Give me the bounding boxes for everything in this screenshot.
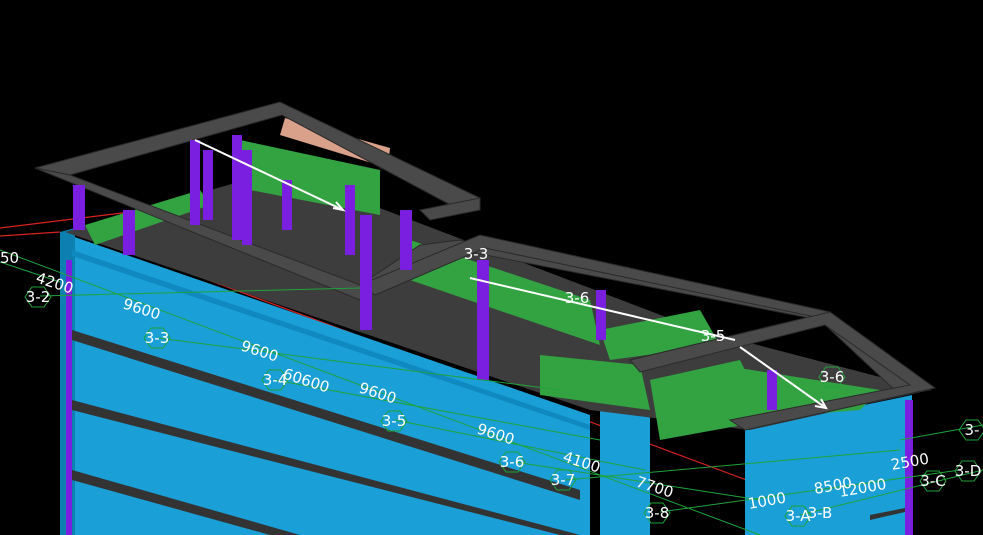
axis-label: 3-3 xyxy=(145,329,170,347)
axis-marker: 3-D xyxy=(954,460,982,482)
axis-label: 3-6 xyxy=(500,453,525,471)
axis-label: 3-8 xyxy=(645,504,670,522)
dimension-text: 50 xyxy=(0,249,19,267)
axis-marker: 3-C xyxy=(919,470,947,492)
axis-label: 3-D xyxy=(955,462,982,480)
axis-label: 3-5 xyxy=(701,327,726,345)
axis-label: 3-7 xyxy=(551,471,576,489)
axis-marker: 3-5 xyxy=(701,327,726,345)
axis-marker: 3-6 xyxy=(498,451,526,473)
axis-marker: 3-5 xyxy=(380,410,408,432)
axis-marker: 3-3 xyxy=(143,327,171,349)
axis-marker: 3-3 xyxy=(464,245,489,263)
axis-marker: 3-B xyxy=(808,504,833,522)
axis-label: 3-3 xyxy=(464,245,489,263)
axis-label: 3-6 xyxy=(820,368,845,386)
axis-label: 3-C xyxy=(920,472,945,490)
axis-label: 3-6 xyxy=(565,289,590,307)
axis-marker: 3-7 xyxy=(549,469,577,491)
axis-marker: 3-6 xyxy=(818,366,846,388)
axis-label: 3-2 xyxy=(26,288,51,306)
axis-marker: 3-6 xyxy=(565,289,590,307)
axis-marker: 3- xyxy=(958,419,983,441)
axis-label: 3- xyxy=(965,421,980,439)
axis-label: 3-5 xyxy=(382,412,407,430)
model-viewport[interactable]: 3-2 3-3 3-4 3-5 3-6 3-7 3-8 3-A 3-B 3-C … xyxy=(0,0,983,535)
axis-marker: 3-8 xyxy=(643,502,671,524)
axis-label: 3-B xyxy=(808,504,833,522)
3d-model-scene[interactable]: 3-2 3-3 3-4 3-5 3-6 3-7 3-8 3-A 3-B 3-C … xyxy=(0,0,983,535)
